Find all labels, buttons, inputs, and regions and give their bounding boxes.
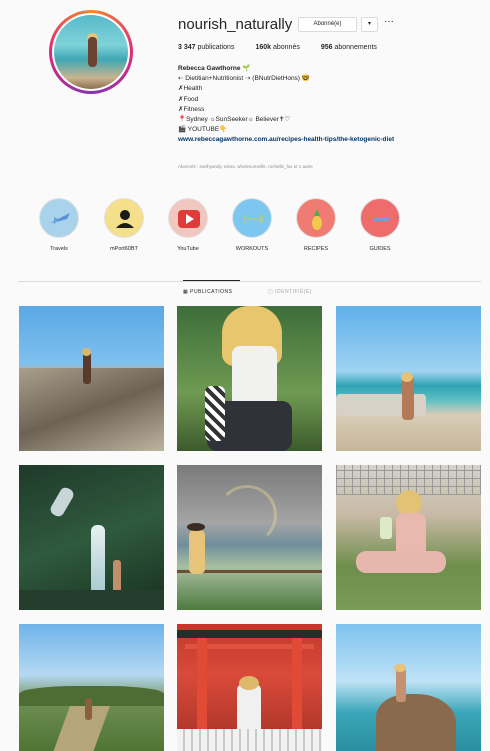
youtube-icon <box>168 198 208 238</box>
post-thumbnail[interactable] <box>177 306 322 451</box>
avatar-figure <box>88 37 97 67</box>
post-thumbnail[interactable] <box>19 624 164 751</box>
tab-identified[interactable]: ▢ IDENTIFIÉ(E) <box>268 289 312 295</box>
profile-avatar[interactable] <box>49 10 133 94</box>
bio-line: ✗Food <box>178 95 199 103</box>
followers-count[interactable]: 160k abonnés <box>255 44 299 51</box>
highlight-recipes[interactable]: RECIPES <box>286 198 346 252</box>
bio-line: ⇠ Dietitian+Nutritionist ⇢ (BNutrDietHon… <box>178 75 310 83</box>
highlight-travels[interactable]: Travels <box>29 198 89 252</box>
dropdown-button[interactable]: ▾ <box>361 17 378 32</box>
profile-bio: Rebecca Gawthorne 🌱 ⇠ Dietitian+Nutritio… <box>178 64 478 146</box>
pineapple-icon <box>296 198 336 238</box>
avatar-border <box>52 13 130 91</box>
active-tab-indicator <box>183 280 240 281</box>
profile-stats: 3 347 publications 160k abonnés 956 abon… <box>178 44 377 51</box>
tabs-divider <box>18 281 481 282</box>
post-thumbnail[interactable] <box>177 465 322 610</box>
following-count[interactable]: 956 abonnements <box>321 44 377 51</box>
highlight-workouts[interactable]: WORKOUTS <box>222 198 282 252</box>
book-icon <box>360 198 400 238</box>
bio-line: ✗Health <box>178 85 203 93</box>
highlight-label: GUIDES <box>369 246 391 252</box>
highlight-label: RECIPES <box>303 246 329 252</box>
highlight-label: YouTube <box>177 246 199 252</box>
tab-publications[interactable]: ▦ PUBLICATIONS <box>183 289 232 295</box>
post-thumbnail[interactable] <box>336 465 481 610</box>
posts-count: 3 347 publications <box>178 44 235 51</box>
post-thumbnail[interactable] <box>19 306 164 451</box>
post-thumbnail[interactable] <box>19 465 164 610</box>
following-button[interactable]: Abonné(e) <box>298 17 357 32</box>
post-thumbnail[interactable] <box>336 624 481 751</box>
highlight-label: Travels <box>50 246 68 252</box>
bio-line: ✗Fitness <box>178 105 205 113</box>
post-thumbnail[interactable] <box>177 624 322 751</box>
bio-line: 📍Sydney ☼SunSeeker☼ Believer✝♡ <box>178 116 291 124</box>
highlight-mport60bt[interactable]: mPort60BT <box>94 198 154 252</box>
highlight-guides[interactable]: GUIDES <box>350 198 410 252</box>
bio-name: Rebecca Gawthorne 🌱 <box>178 65 251 72</box>
profile-username: nourish_naturally <box>178 16 293 33</box>
highlight-youtube[interactable]: YouTube <box>158 198 218 252</box>
user-icon <box>104 198 144 238</box>
highlight-label: mPort60BT <box>110 246 138 252</box>
more-options-icon[interactable]: ··· <box>384 16 394 27</box>
followed-by[interactable]: Abonnés : earthyandy, eleas, wholesomeli… <box>178 164 313 169</box>
bio-link[interactable]: www.rebeccagawthorne.com.au/recipes-heal… <box>178 135 478 145</box>
avatar-image <box>54 15 128 89</box>
bio-line: 🎬 YOUTUBE👇 <box>178 126 228 134</box>
highlight-label: WORKOUTS <box>235 246 269 252</box>
dumbbell-icon <box>232 198 272 238</box>
airplane-icon <box>39 198 79 238</box>
post-thumbnail[interactable] <box>336 306 481 451</box>
